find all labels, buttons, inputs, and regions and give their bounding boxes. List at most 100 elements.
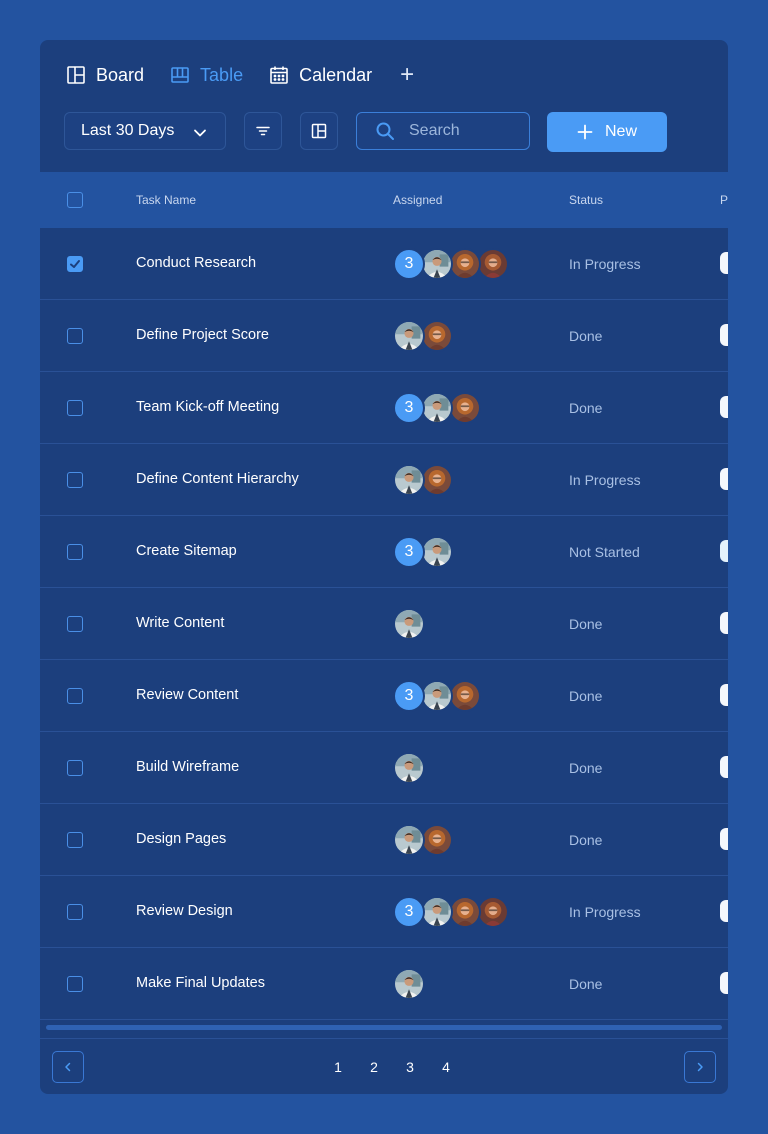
task-name[interactable]: Conduct Research <box>136 255 256 271</box>
avatar[interactable] <box>421 680 453 712</box>
search-input[interactable] <box>409 122 509 140</box>
table-row[interactable]: Define Project Score Done <box>40 300 728 372</box>
row-checkbox[interactable] <box>67 472 83 488</box>
task-name[interactable]: Review Content <box>136 687 238 703</box>
header-task-name[interactable]: Task Name <box>136 193 196 207</box>
avatar[interactable] <box>421 248 453 280</box>
layout-button[interactable] <box>300 112 338 150</box>
assigned-avatars <box>393 752 425 784</box>
prev-page-button[interactable] <box>52 1051 84 1083</box>
select-all-checkbox[interactable] <box>67 192 83 208</box>
page-number[interactable]: 2 <box>356 1059 392 1075</box>
avatar[interactable] <box>393 608 425 640</box>
assignee-count-badge[interactable]: 3 <box>393 680 425 712</box>
avatar[interactable] <box>449 392 481 424</box>
avatar[interactable] <box>393 968 425 1000</box>
page-number[interactable]: 3 <box>392 1059 428 1075</box>
page-numbers: 1234 <box>320 1059 464 1075</box>
avatar[interactable] <box>449 248 481 280</box>
avatar[interactable] <box>421 536 453 568</box>
avatar[interactable] <box>449 896 481 928</box>
tab-calendar-label: Calendar <box>299 64 373 85</box>
row-checkbox[interactable] <box>67 760 83 776</box>
table-icon <box>171 67 189 83</box>
status-text: Done <box>569 976 603 992</box>
filter-button[interactable] <box>244 112 282 150</box>
date-range-dropdown[interactable]: Last 30 Days <box>64 112 226 150</box>
row-checkbox[interactable] <box>67 688 83 704</box>
table-row[interactable]: Review Design 3 In Progress <box>40 876 728 948</box>
avatar[interactable] <box>393 464 425 496</box>
plus-icon <box>577 124 593 140</box>
table-row[interactable]: Build Wireframe Done <box>40 732 728 804</box>
table-row[interactable]: Design Pages Done <box>40 804 728 876</box>
new-task-button[interactable]: New <box>547 112 667 152</box>
task-name[interactable]: Build Wireframe <box>136 759 239 775</box>
task-name[interactable]: Create Sitemap <box>136 543 237 559</box>
tab-table[interactable]: Table <box>170 65 243 86</box>
row-checkbox[interactable] <box>67 256 83 272</box>
status-text: Done <box>569 400 603 416</box>
table-header: Task Name Assigned Status P <box>40 172 728 228</box>
assignee-count-badge[interactable]: 3 <box>393 536 425 568</box>
calendar-icon <box>270 66 288 84</box>
page-number[interactable]: 4 <box>428 1059 464 1075</box>
assignee-count-badge[interactable]: 3 <box>393 248 425 280</box>
tab-board[interactable]: Board <box>66 65 144 86</box>
row-checkbox[interactable] <box>67 544 83 560</box>
avatar[interactable] <box>393 752 425 784</box>
task-name[interactable]: Team Kick-off Meeting <box>136 399 279 415</box>
add-view-button[interactable]: + <box>400 63 414 87</box>
status-text: Done <box>569 616 603 632</box>
assigned-avatars <box>393 464 453 496</box>
task-name[interactable]: Define Project Score <box>136 327 269 343</box>
table-row[interactable]: Team Kick-off Meeting 3 Done <box>40 372 728 444</box>
avatar[interactable] <box>421 464 453 496</box>
assigned-avatars <box>393 608 425 640</box>
task-name[interactable]: Review Design <box>136 903 233 919</box>
avatar[interactable] <box>421 392 453 424</box>
priority-badge <box>720 756 728 778</box>
avatar[interactable] <box>421 824 453 856</box>
toolbar: Last 30 Days New <box>64 112 704 152</box>
avatar[interactable] <box>421 320 453 352</box>
table-row[interactable]: Write Content Done <box>40 588 728 660</box>
row-checkbox[interactable] <box>67 328 83 344</box>
row-checkbox[interactable] <box>67 904 83 920</box>
page-number[interactable]: 1 <box>320 1059 356 1075</box>
task-name[interactable]: Define Content Hierarchy <box>136 471 299 487</box>
header-assigned[interactable]: Assigned <box>393 193 442 207</box>
next-page-button[interactable] <box>684 1051 716 1083</box>
status-text: Not Started <box>569 544 640 560</box>
avatar[interactable] <box>421 896 453 928</box>
table-row[interactable]: Review Content 3 Done <box>40 660 728 732</box>
avatar[interactable] <box>477 248 509 280</box>
header-priority[interactable]: P <box>720 193 728 207</box>
search-box[interactable] <box>356 112 530 150</box>
assigned-avatars <box>393 968 425 1000</box>
table-row[interactable]: Make Final Updates Done <box>40 948 728 1020</box>
task-name[interactable]: Make Final Updates <box>136 975 265 991</box>
avatar[interactable] <box>393 320 425 352</box>
priority-badge <box>720 540 728 562</box>
table-row[interactable]: Conduct Research 3 In Progress <box>40 228 728 300</box>
assignee-count-badge[interactable]: 3 <box>393 392 425 424</box>
assignee-count-badge[interactable]: 3 <box>393 896 425 928</box>
assigned-avatars <box>393 320 453 352</box>
row-checkbox[interactable] <box>67 976 83 992</box>
task-name[interactable]: Write Content <box>136 615 224 631</box>
horizontal-scrollbar[interactable] <box>46 1025 722 1030</box>
avatar[interactable] <box>449 680 481 712</box>
header-status[interactable]: Status <box>569 193 603 207</box>
row-checkbox[interactable] <box>67 616 83 632</box>
tab-calendar[interactable]: Calendar <box>269 65 372 86</box>
avatar[interactable] <box>393 824 425 856</box>
table-row[interactable]: Define Content Hierarchy In Progress <box>40 444 728 516</box>
table-row[interactable]: Create Sitemap 3 Not Started <box>40 516 728 588</box>
row-checkbox[interactable] <box>67 400 83 416</box>
status-text: In Progress <box>569 904 641 920</box>
avatar[interactable] <box>477 896 509 928</box>
row-checkbox[interactable] <box>67 832 83 848</box>
task-name[interactable]: Design Pages <box>136 831 226 847</box>
priority-badge <box>720 468 728 490</box>
